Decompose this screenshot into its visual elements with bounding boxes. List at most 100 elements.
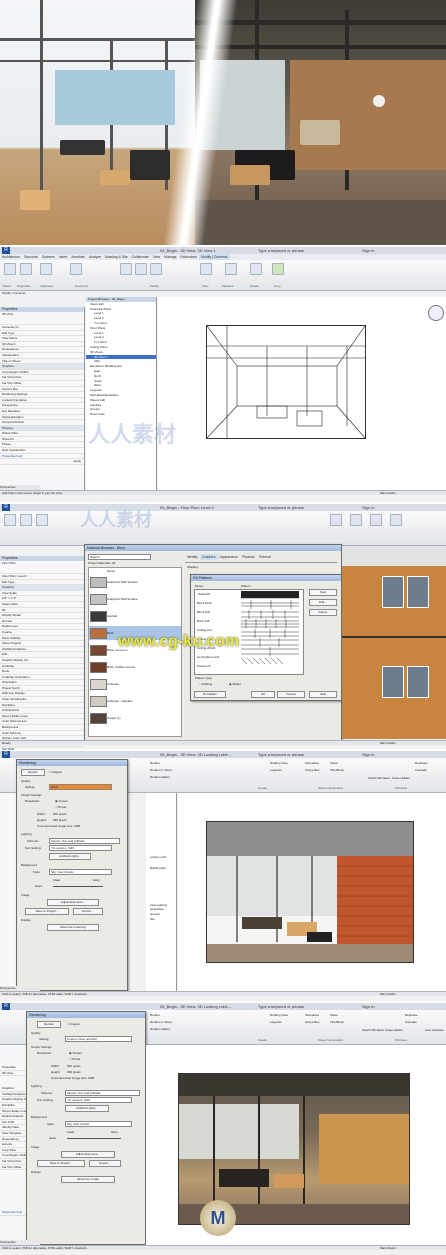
render-gallery-tool[interactable]: Render Gallery [150, 775, 170, 779]
material-item[interactable]: Brick, Soldier Course [107, 665, 135, 669]
properties-help-link[interactable]: Properties help [0, 1210, 26, 1216]
active-workset[interactable]: Main Model [380, 741, 396, 745]
cascade-tool[interactable]: Cascade [415, 768, 427, 772]
type-selector[interactable]: 3D View [0, 312, 84, 325]
sun-setting-select[interactable]: <In-session, Still> [49, 845, 112, 851]
cascade-tool[interactable]: Cascade [405, 1020, 417, 1024]
cancel-button[interactable]: Cancel [277, 691, 305, 698]
crop-icon[interactable] [272, 263, 284, 275]
schedules-tool[interactable]: Schedules [305, 761, 319, 765]
fill-pattern-item[interactable]: Parquet 6" [197, 664, 211, 668]
lighting-scheme-select[interactable]: Interior: Sun and Artificial [49, 838, 120, 844]
active-workset[interactable]: Main Model [380, 491, 396, 495]
show-model-button[interactable]: Show the model [61, 1176, 115, 1183]
render-button[interactable]: Render [37, 1021, 61, 1028]
ribbon-tool-icon[interactable] [370, 514, 382, 526]
render-view-crop[interactable] [206, 821, 414, 963]
ribbon-tool-icon[interactable] [36, 514, 48, 526]
sheet-tool[interactable]: Sheet [330, 761, 338, 765]
replicate-tool[interactable]: Replicate [405, 1013, 418, 1017]
drafting-view-tool[interactable]: Drafting View [270, 761, 288, 765]
adjust-exposure-button[interactable]: Adjust Exposure... [61, 1151, 115, 1158]
modify-tool-icon[interactable] [4, 263, 16, 275]
close-hidden-tool[interactable]: Close Hidden [392, 776, 410, 780]
resolution-printer-radio[interactable]: ○ Printer [69, 1057, 81, 1061]
sun-setting-select[interactable]: <In-session, Still> [65, 1097, 132, 1103]
export-button[interactable]: Export... [73, 908, 103, 915]
edit-pattern-button[interactable]: Edit... [309, 599, 337, 606]
sign-in-link[interactable]: Sign In [362, 248, 374, 253]
ribbon-tool-icon[interactable] [4, 514, 16, 526]
fill-pattern-item[interactable]: Block 8x16 [197, 601, 212, 605]
move-icon[interactable] [120, 263, 132, 275]
quality-setting-select[interactable]: Custom (view specific) [65, 1036, 132, 1042]
save-to-project-button[interactable]: Save to Project... [25, 908, 69, 915]
apply-button[interactable]: Apply [0, 459, 84, 465]
close-hidden-tool[interactable]: Close Hidden [385, 1028, 403, 1032]
material-search-input[interactable]: Search [88, 554, 151, 560]
render-tool[interactable]: Render [150, 1013, 160, 1017]
replicate-tool[interactable]: Replicate [415, 761, 428, 765]
material-item[interactable]: Carpet (1) [107, 716, 121, 720]
delete-pattern-button[interactable]: Delete [309, 609, 337, 616]
region-checkbox[interactable]: ☐ Region [67, 1022, 80, 1026]
revit-logo-icon[interactable]: R [2, 751, 10, 758]
resolution-printer-radio[interactable]: ○ Printer [55, 805, 67, 809]
material-item[interactable]: Asphalt [107, 614, 117, 618]
resolution-screen-radio[interactable]: ◉ Screen [55, 799, 68, 803]
camera-view-crop[interactable] [206, 325, 366, 439]
copy-icon[interactable] [135, 263, 147, 275]
pattern-type-drafting-radio[interactable]: ○ Drafting [199, 682, 212, 686]
material-item[interactable]: Analytical Slab Surface [107, 580, 138, 584]
render-tool[interactable]: Render [150, 761, 160, 765]
material-item[interactable]: Cabinets [107, 682, 119, 686]
drawing-area[interactable] [146, 1045, 446, 1245]
paste-icon[interactable] [40, 263, 52, 275]
save-to-project-button[interactable]: Save to Project... [37, 1160, 85, 1167]
tab-physical[interactable]: Physical [240, 554, 257, 560]
render-cloud-tool[interactable]: Render in Cloud [150, 768, 172, 772]
material-item[interactable]: Analytical Wall Surface [107, 597, 138, 601]
create-icon[interactable] [250, 263, 262, 275]
sign-in-link[interactable]: Sign In [362, 1004, 374, 1009]
fill-pattern-item[interactable]: Ceiling 2x2 [197, 628, 212, 632]
revit-logo-icon[interactable]: R [2, 247, 10, 254]
sign-in-link[interactable]: Sign In [362, 505, 374, 510]
fill-pattern-item[interactable]: <Solid fill> [197, 592, 211, 596]
new-pattern-button[interactable]: New [309, 589, 337, 596]
type-selector[interactable]: Floor Plan [0, 561, 84, 574]
haze-slider[interactable] [53, 886, 103, 887]
render-cloud-tool[interactable]: Render in Cloud [150, 1020, 172, 1024]
tab-thermal[interactable]: Thermal [256, 554, 272, 560]
help-button[interactable]: Help [309, 691, 337, 698]
view-control-bar[interactable]: Perspective [0, 986, 40, 991]
rotate-icon[interactable] [150, 263, 162, 275]
search-input[interactable]: Type a keyword or phrase [258, 248, 304, 253]
ribbon-tool-icon[interactable] [330, 514, 342, 526]
tab-graphics[interactable]: Graphics [199, 554, 218, 560]
search-input[interactable]: Type a keyword or phrase [258, 1004, 304, 1009]
hide-icon[interactable] [200, 263, 212, 275]
legends-tool[interactable]: Legends [270, 1020, 282, 1024]
artificial-lights-button[interactable]: Artificial Lights... [49, 853, 91, 860]
properties-icon[interactable] [20, 263, 32, 275]
no-pattern-button[interactable]: No Pattern [194, 691, 226, 698]
active-workset[interactable]: Main Model [380, 992, 396, 996]
join-icon[interactable] [70, 263, 82, 275]
fill-pattern-item[interactable]: Block 8x8 [197, 610, 210, 614]
search-input[interactable]: Type a keyword or phrase [258, 752, 304, 757]
material-item[interactable]: Cabinets - Handles [107, 699, 133, 703]
switch-windows-tool[interactable]: Switch Windows [368, 776, 390, 780]
lighting-scheme-select[interactable]: Interior: Sun and Artificial [65, 1090, 140, 1096]
artificial-lights-button[interactable]: Artificial Lights... [65, 1105, 109, 1112]
browser-item[interactable]: nks [146, 917, 176, 922]
ribbon-tool-icon[interactable] [20, 514, 32, 526]
view-control-bar[interactable]: Perspective [0, 485, 40, 490]
haze-slider[interactable] [67, 1138, 121, 1139]
drawing-area[interactable]: 人人素材 [88, 297, 446, 490]
browser-item[interactable]: ooking Lobb [146, 855, 176, 860]
browser-item[interactable]: Building Ele [146, 866, 176, 871]
drawing-area[interactable] [178, 793, 446, 991]
quality-setting-select[interactable]: Draft [49, 784, 112, 790]
fill-pattern-item[interactable]: Herringbone 2x6 [197, 655, 219, 659]
